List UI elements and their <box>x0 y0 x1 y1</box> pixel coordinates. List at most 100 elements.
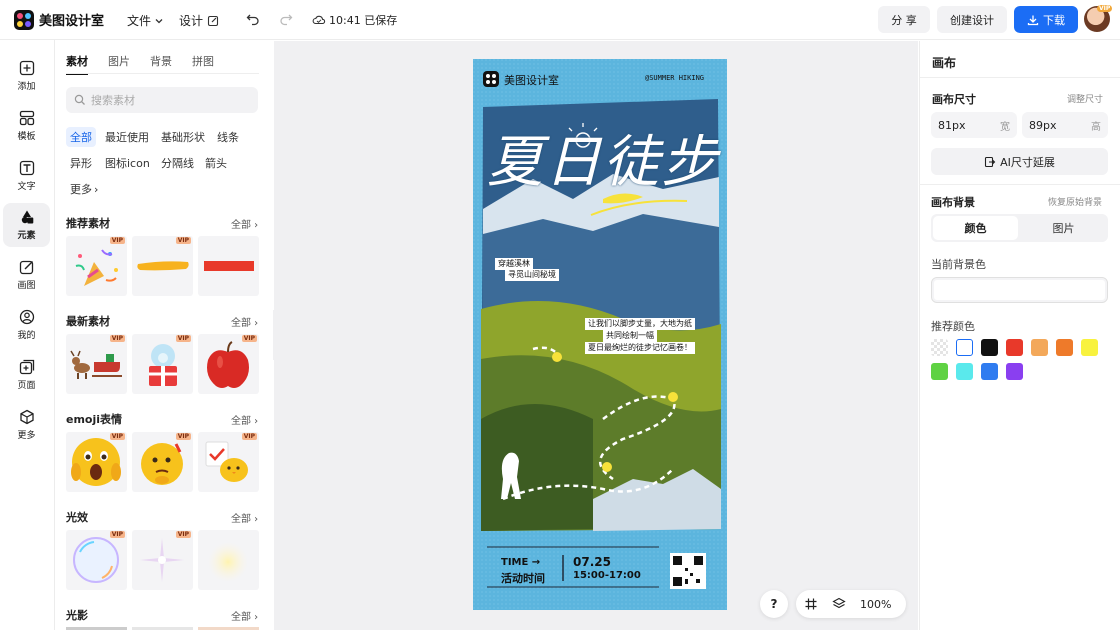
see-all-recommended[interactable]: 全部 › <box>231 216 258 231</box>
toggle-image[interactable]: 图片 <box>1021 216 1106 240</box>
color-swatch[interactable] <box>1006 363 1023 380</box>
brush-stroke-image <box>137 261 189 271</box>
thumb-gift-globe[interactable]: VIP <box>132 334 193 394</box>
panel-title: 画布 <box>932 56 957 70</box>
thinking-emoji-image <box>141 443 183 485</box>
caption-text: 让我们以脚步丈量，大地为纸 <box>588 319 692 328</box>
color-swatch[interactable] <box>956 339 973 356</box>
nav-item-elements[interactable]: 元素 <box>3 203 50 247</box>
see-all-label: 全部 <box>231 612 251 623</box>
chevron-right-icon: › <box>94 182 99 196</box>
undo-icon[interactable] <box>246 12 260 26</box>
zoom-level[interactable]: 100% <box>860 598 891 611</box>
grid-icon[interactable] <box>804 597 818 611</box>
chip-icons[interactable]: 图标icon <box>101 153 154 173</box>
app-logo[interactable]: 美图设计室 <box>14 9 104 30</box>
poster-brand: 美图设计室 <box>504 74 559 87</box>
width-field[interactable]: 81px 宽 <box>931 112 1017 138</box>
restore-bg-link[interactable]: 恢复原始背景 <box>1048 195 1102 208</box>
color-swatch[interactable] <box>1031 339 1048 356</box>
thumb-sparkle[interactable]: VIP <box>132 530 193 590</box>
tab-images[interactable]: 图片 <box>108 53 130 75</box>
color-swatch[interactable] <box>931 363 948 380</box>
create-design-button[interactable]: 创建设计 <box>937 6 1007 33</box>
thumb-bubble[interactable]: VIP <box>66 530 127 590</box>
color-swatch[interactable] <box>931 339 948 356</box>
help-button[interactable]: ? <box>760 590 788 618</box>
current-bg-color-field[interactable] <box>931 277 1108 303</box>
thumb-glow[interactable] <box>198 530 259 590</box>
see-all-light-effects[interactable]: 全部 › <box>231 510 258 525</box>
thumb-red-bar[interactable] <box>198 236 259 296</box>
height-unit: 高 <box>1091 121 1101 133</box>
vip-badge: VIP <box>109 531 125 538</box>
tab-materials[interactable]: 素材 <box>66 53 88 75</box>
chick-sign-image <box>205 441 248 482</box>
vip-badge: VIP <box>241 433 257 440</box>
save-status: 10:41 已保存 <box>312 12 397 28</box>
plus-square-icon <box>19 60 34 76</box>
nav-item-page[interactable]: 页面 <box>3 353 50 397</box>
color-swatch[interactable] <box>1081 339 1098 356</box>
tab-backgrounds[interactable]: 背景 <box>150 53 172 75</box>
see-all-light-shadow[interactable]: 全部 › <box>231 608 258 623</box>
share-button[interactable]: 分 享 <box>878 6 930 33</box>
share-button-label: 分 享 <box>891 13 917 27</box>
color-swatch[interactable] <box>981 363 998 380</box>
tab-collage[interactable]: 拼图 <box>192 53 214 75</box>
vip-badge: VIP <box>109 237 125 244</box>
chip-basic-shapes[interactable]: 基础形状 <box>157 127 209 147</box>
thumb-shocked-emoji[interactable]: VIP <box>66 432 127 492</box>
chip-lines[interactable]: 线条 <box>213 127 243 147</box>
adjust-size-link[interactable]: 调整尺寸 <box>1067 92 1103 105</box>
see-all-latest[interactable]: 全部 › <box>231 314 258 329</box>
file-menu[interactable]: 文件 <box>127 12 164 29</box>
thumb-brush-stroke[interactable]: VIP <box>132 236 193 296</box>
ai-resize-icon <box>985 156 996 167</box>
thumb-party-popper[interactable]: VIP <box>66 236 127 296</box>
poster-brand-icon <box>483 71 499 87</box>
see-all-emoji[interactable]: 全部 › <box>231 412 258 427</box>
current-bg-label: 当前背景色 <box>931 258 986 271</box>
thumb-chick-sign[interactable]: VIP <box>198 432 259 492</box>
color-swatch[interactable] <box>956 363 973 380</box>
vip-badge: VIP <box>109 335 125 342</box>
nav-item-templates[interactable]: 模板 <box>3 104 50 148</box>
layers-icon[interactable] <box>832 597 846 611</box>
shapes-icon <box>21 210 33 224</box>
nav-item-label: 元素 <box>17 231 36 241</box>
color-swatch[interactable] <box>1056 339 1073 356</box>
search-input[interactable]: 搜索素材 <box>66 87 258 113</box>
height-field[interactable]: 89px 高 <box>1022 112 1108 138</box>
recommended-colors-label: 推荐颜色 <box>931 320 975 333</box>
chip-irregular[interactable]: 异形 <box>66 153 96 173</box>
nav-item-draw[interactable]: 画图 <box>3 253 50 297</box>
redo-icon[interactable] <box>279 12 293 26</box>
thumb-apple[interactable]: VIP <box>198 334 259 394</box>
color-swatch[interactable] <box>981 339 998 356</box>
chip-dividers[interactable]: 分隔线 <box>157 153 198 173</box>
vip-badge: VIP <box>175 433 191 440</box>
color-swatch[interactable] <box>1006 339 1023 356</box>
apple-image <box>207 341 249 388</box>
chip-recent[interactable]: 最近使用 <box>101 127 153 147</box>
toggle-image-label: 图片 <box>1052 222 1075 235</box>
toggle-color[interactable]: 颜色 <box>933 216 1018 240</box>
chip-all[interactable]: 全部 <box>66 127 96 147</box>
nav-item-text[interactable]: 文字 <box>3 154 50 198</box>
thumb-thinking-emoji[interactable]: VIP <box>132 432 193 492</box>
chip-more[interactable]: 更多 › <box>66 179 102 199</box>
nav-item-label: 我的 <box>17 331 36 341</box>
ai-resize-button[interactable]: AI尺寸延展 <box>931 148 1108 175</box>
nav-item-add[interactable]: 添加 <box>3 54 50 98</box>
nav-item-mine[interactable]: 我的 <box>3 303 50 347</box>
nav-item-more[interactable]: 更多 <box>3 403 50 447</box>
nav-item-label: 添加 <box>17 82 36 92</box>
thumb-sleigh[interactable]: VIP <box>66 334 127 394</box>
download-button[interactable]: 下载 <box>1014 6 1078 33</box>
chip-arrows[interactable]: 箭头 <box>201 153 231 173</box>
poster-caption-2a: 让我们以脚步丈量，大地为纸 <box>585 318 695 330</box>
design-menu[interactable]: 设计 <box>179 12 219 29</box>
top-bar: 美图设计室 文件 设计 10:41 已保存 分 享 创建设计 下载 VIP <box>0 0 1120 40</box>
poster-canvas[interactable]: 美图设计室 @SUMMER HIKING 夏日徒步 穿越溪林 寻觅山间秘境 让我… <box>473 59 727 610</box>
